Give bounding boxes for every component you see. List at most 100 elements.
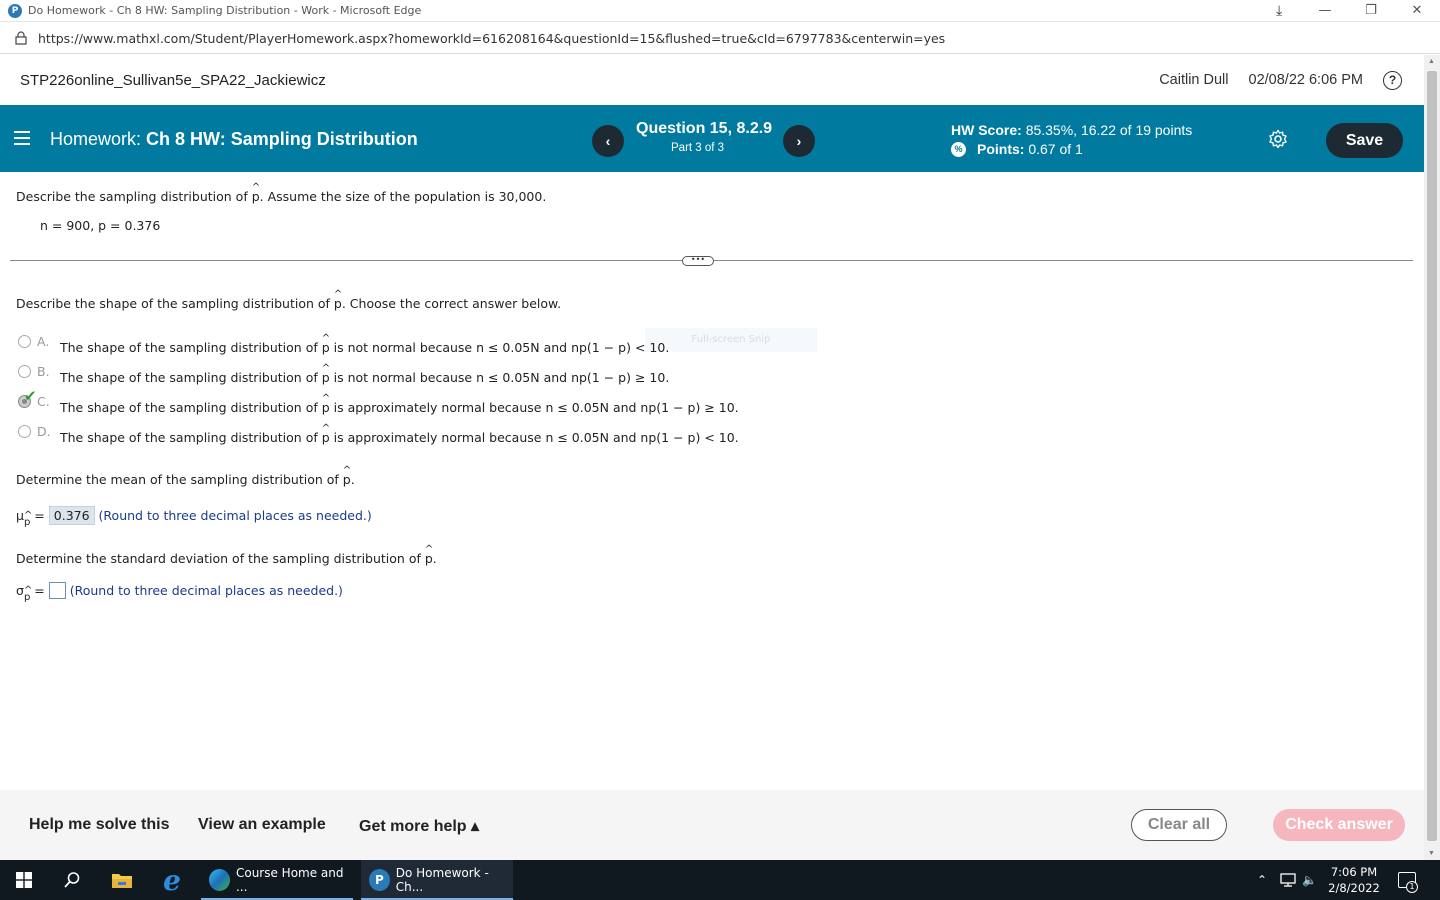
option-a-letter: A.: [37, 334, 50, 349]
course-name[interactable]: STP226online_Sullivan5e_SPA22_Jackiewicz: [20, 72, 326, 89]
mean-prompt: Determine the mean of the sampling distr…: [16, 465, 355, 487]
sd-prompt-text: Determine the standard deviation of the …: [16, 551, 421, 566]
option-c-text-start: The shape of the sampling distribution o…: [60, 400, 318, 415]
option-b-text[interactable]: The shape of the sampling distribution o…: [60, 363, 669, 385]
question-points: % Points: 0.67 of 1: [951, 141, 1083, 157]
snip-overlay: Full-screen Snip: [645, 328, 817, 352]
hw-score-value: 85.35%, 16.22 of 19 points: [1025, 122, 1193, 138]
page-scrollbar[interactable]: ▲ ▼: [1424, 55, 1440, 860]
question-content: Describe the sampling distribution of p.…: [0, 172, 1424, 790]
mu-symbol: μ: [16, 508, 24, 523]
shape-prompt-text: Describe the shape of the sampling distr…: [16, 296, 330, 311]
homework-bar: Homework: Ch 8 HW: Sampling Distribution…: [0, 105, 1424, 172]
menu-icon[interactable]: [14, 131, 30, 145]
homework-name: Ch 8 HW: Sampling Distribution: [146, 129, 418, 149]
lock-icon: [15, 31, 27, 45]
chevron-up-icon[interactable]: ⌃: [1257, 860, 1267, 900]
course-header: STP226online_Sullivan5e_SPA22_Jackiewicz…: [0, 55, 1424, 105]
mu-subscript: p: [24, 510, 31, 528]
option-d-text-end: is approximately normal because n ≤ 0.05…: [333, 430, 739, 445]
taskbar-date: 2/8/2022: [1328, 881, 1380, 895]
sd-equals: =: [34, 583, 45, 598]
points-label: Points:: [977, 141, 1025, 157]
question-intro-text-end: . Assume the size of the population is 3…: [259, 189, 547, 204]
scroll-up-icon[interactable]: ▲: [1428, 58, 1435, 65]
help-icon[interactable]: ?: [1383, 70, 1402, 90]
address-bar[interactable]: https://www.mathxl.com/Student/PlayerHom…: [0, 23, 1440, 54]
save-button[interactable]: Save: [1326, 123, 1403, 158]
shape-prompt: Describe the shape of the sampling distr…: [16, 289, 561, 311]
scroll-thumb[interactable]: [1427, 71, 1437, 841]
download-icon[interactable]: ⤓: [1276, 3, 1282, 19]
mean-equals: =: [34, 508, 45, 523]
close-icon[interactable]: ✕: [1394, 0, 1440, 22]
p-hat-symbol: p: [343, 465, 351, 487]
p-hat-symbol: p: [425, 544, 433, 566]
volume-icon[interactable]: 🔈: [1302, 860, 1317, 900]
option-d-radio[interactable]: [18, 425, 31, 438]
previous-question-button[interactable]: ‹: [592, 125, 624, 157]
file-explorer-icon[interactable]: [111, 871, 133, 889]
hw-score: HW Score: 85.35%, 16.22 of 19 points: [951, 122, 1192, 138]
option-b-radio[interactable]: [18, 365, 31, 378]
user-name[interactable]: Caitlin Dull: [1159, 72, 1228, 88]
p-hat-symbol: p: [334, 289, 342, 311]
p-hat-symbol: p: [322, 423, 330, 445]
question-intro-text: Describe the sampling distribution of: [16, 189, 248, 204]
internet-explorer-icon[interactable]: e: [160, 864, 184, 897]
mean-hint: (Round to three decimal places as needed…: [98, 508, 372, 523]
taskbar-app-edge-label: Course Home and ...: [235, 866, 344, 894]
mean-prompt-text-end: .: [350, 472, 355, 487]
option-d-text[interactable]: The shape of the sampling distribution o…: [60, 423, 739, 445]
taskbar-clock[interactable]: 7:06 PM 2/8/2022: [1324, 864, 1384, 896]
sd-answer-field[interactable]: [48, 582, 66, 599]
window-controls: — ❐ ✕: [1302, 0, 1440, 22]
sigma-subscript: p: [24, 585, 31, 603]
sd-hint: (Round to three decimal places as needed…: [69, 583, 343, 598]
option-c-letter: C.: [37, 394, 50, 409]
get-more-help-button[interactable]: Get more help ▴: [359, 816, 479, 836]
window-titlebar: P Do Homework - Ch 8 HW: Sampling Distri…: [0, 0, 1440, 22]
option-a-radio[interactable]: [18, 335, 31, 348]
question-part: Part 3 of 3: [671, 142, 725, 154]
option-c-text-end: is approximately normal because n ≤ 0.05…: [333, 400, 739, 415]
question-title[interactable]: Question 15, 8.2.9: [636, 120, 772, 138]
clear-all-button[interactable]: Clear all: [1131, 809, 1227, 841]
windows-start-icon[interactable]: [16, 872, 32, 888]
taskbar-app-edge[interactable]: Course Home and ...: [201, 860, 353, 900]
p-hat-symbol: p: [322, 363, 330, 385]
edge-icon: [209, 869, 230, 891]
taskbar-time: 7:06 PM: [1330, 865, 1378, 879]
help-me-solve-button[interactable]: Help me solve this: [29, 816, 170, 834]
taskbar-app-homework[interactable]: P Do Homework - Ch...: [361, 860, 513, 900]
network-icon[interactable]: [1279, 872, 1297, 888]
minimize-icon[interactable]: —: [1302, 0, 1348, 22]
option-d-text-start: The shape of the sampling distribution o…: [60, 430, 318, 445]
p-hat-symbol: p: [322, 333, 330, 355]
current-datetime: 02/08/22 6:06 PM: [1248, 72, 1363, 88]
windows-taskbar: e Course Home and ... P Do Homework - Ch…: [0, 860, 1440, 900]
option-b-text-start: The shape of the sampling distribution o…: [60, 370, 318, 385]
restore-icon[interactable]: ❐: [1348, 0, 1394, 22]
p-hat-symbol: p: [322, 393, 330, 415]
option-c-text[interactable]: The shape of the sampling distribution o…: [60, 393, 739, 415]
sd-prompt: Determine the standard deviation of the …: [16, 544, 437, 566]
bottom-toolbar: Help me solve this View an example Get m…: [0, 790, 1424, 860]
taskbar-app-homework-label: Do Homework - Ch...: [395, 866, 489, 894]
url-text[interactable]: https://www.mathxl.com/Student/PlayerHom…: [38, 31, 945, 46]
option-b-letter: B.: [37, 364, 50, 379]
view-example-button[interactable]: View an example: [198, 816, 326, 834]
search-icon[interactable]: [63, 871, 81, 889]
scroll-down-icon[interactable]: ▼: [1428, 850, 1435, 857]
hw-score-label: HW Score:: [951, 122, 1022, 138]
mean-answer-field[interactable]: 0.376: [48, 506, 95, 525]
window-title: Do Homework - Ch 8 HW: Sampling Distribu…: [28, 4, 422, 17]
option-a-text[interactable]: The shape of the sampling distribution o…: [60, 333, 669, 355]
points-value: 0.67 of 1: [1028, 141, 1083, 157]
check-answer-button[interactable]: Check answer: [1273, 809, 1405, 841]
divider-handle[interactable]: •••: [682, 256, 714, 266]
next-question-button[interactable]: ›: [783, 125, 815, 157]
gear-icon[interactable]: [1268, 129, 1288, 149]
notification-count: 1: [1406, 881, 1418, 893]
pearson-icon: P: [369, 869, 390, 891]
